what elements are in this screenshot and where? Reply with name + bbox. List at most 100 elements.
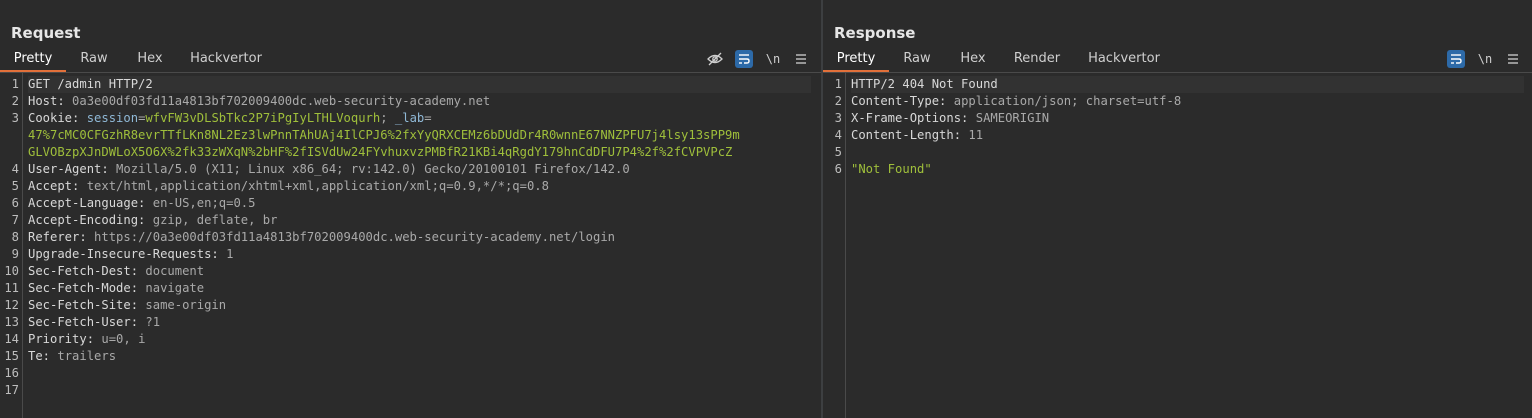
line-number: 3 [11,111,19,125]
request-line: Accept-Encoding: gzip, deflate, br [28,212,277,229]
header-value: 1 [218,247,234,261]
header-value: https://0a3e00df03fd11a4813bf702009400dc… [86,230,616,244]
header-key: Upgrade-Insecure-Requests: [28,247,219,261]
response-body: "Not Found" [851,161,932,178]
tab-hackvertor[interactable]: Hackvertor [1073,48,1175,70]
header-key: Accept: [28,179,80,193]
response-gutter: 1 2 3 4 5 6 [823,73,846,418]
header-key: Host: [28,94,65,108]
request-line: Host: 0a3e00df03fd11a4813bf702009400dc.w… [28,93,490,110]
tab-pretty[interactable]: Pretty [0,48,66,72]
line-number: 6 [834,162,842,176]
request-title: Request [11,24,81,42]
header-value: u=0, i [94,332,146,346]
request-line: Accept-Language: en-US,en;q=0.5 [28,195,255,212]
request-line: GET /admin HTTP/2 [28,76,811,93]
request-line: Priority: u=0, i [28,331,145,348]
request-line: Upgrade-Insecure-Requests: 1 [28,246,233,263]
header-value: application/json; charset=utf-8 [946,94,1182,108]
tab-hex[interactable]: Hex [945,48,1001,70]
line-number: 1 [11,77,19,91]
request-toolbar: \n [706,50,810,68]
request-line-text: GET /admin HTTP/2 [28,77,153,91]
line-number: 4 [834,128,842,142]
body-string: "Not Found" [851,162,932,176]
cookie-value: 47%7cMC0CFGzhR8evrTTfLKn8NL2Ez3lwPnnTAhU… [28,128,740,142]
tab-raw[interactable]: Raw [889,48,945,70]
newline-icon[interactable]: \n [1476,50,1494,68]
request-line: Te: trailers [28,348,116,365]
header-value: gzip, deflate, br [145,213,278,227]
line-number: 1 [834,77,842,91]
line-number: 2 [834,94,842,108]
header-value: ?1 [138,315,161,329]
cookie-name: _lab [394,111,425,125]
request-line: User-Agent: Mozilla/5.0 (X11; Linux x86_… [28,161,630,178]
request-line: Sec-Fetch-Dest: document [28,263,204,280]
wrap-icon[interactable] [1447,50,1465,68]
cookie-equals: = [424,111,432,125]
header-key: Accept-Language: [28,196,146,210]
line-number: 8 [11,230,19,244]
line-number: 12 [4,298,19,312]
cookie-value: wfvFW3vDLSbTkc2P7iPgIyLTHLVoqurh [145,111,381,125]
response-title: Response [834,24,916,42]
header-key: Referer: [28,230,87,244]
header-key: Accept-Encoding: [28,213,146,227]
header-key: Content-Type: [851,94,947,108]
cookie-name: session [79,111,139,125]
status-line-text: HTTP/2 404 Not Found [851,77,998,91]
response-toolbar: \n [1447,50,1523,68]
line-number: 4 [11,162,19,176]
line-number: 9 [11,247,19,261]
request-line: Sec-Fetch-Mode: navigate [28,280,204,297]
response-pane: Response Pretty Raw Hex Render Hackverto… [823,0,1532,418]
request-line: Sec-Fetch-User: ?1 [28,314,160,331]
response-editor[interactable]: 1 2 3 4 5 6 HTTP/2 404 Not Found Content… [823,73,1532,418]
menu-icon[interactable] [792,50,810,68]
request-line: Referer: https://0a3e00df03fd11a4813bf70… [28,229,615,246]
line-number: 2 [11,94,19,108]
line-number: 6 [11,196,19,210]
line-number: 5 [11,179,19,193]
request-editor[interactable]: 1 2 3 4 5 6 7 8 9 10 11 12 13 14 15 16 1… [0,73,821,418]
line-number: 10 [4,264,19,278]
menu-icon[interactable] [1504,50,1522,68]
cookie-value: GLVOBzpXJnDWLoX5O6X%2fk33zWXqN%2bHF%2fIS… [28,145,733,159]
tab-pretty[interactable]: Pretty [823,48,889,72]
request-line-wrap: GLVOBzpXJnDWLoX5O6X%2fk33zWXqN%2bHF%2fIS… [28,144,732,161]
header-key: Cookie: [28,111,80,125]
header-value: document [138,264,205,278]
response-tabs: Pretty Raw Hex Render Hackvertor [823,48,1532,73]
line-number: 3 [834,111,842,125]
newline-icon[interactable]: \n [764,50,782,68]
header-value: same-origin [138,298,227,312]
header-key: Sec-Fetch-Site: [28,298,139,312]
header-key: User-Agent: [28,162,109,176]
header-value: navigate [138,281,205,295]
line-number: 5 [834,145,842,159]
header-key: Content-Length: [851,128,962,142]
tab-render[interactable]: Render [1001,48,1073,70]
line-number: 15 [4,349,19,363]
line-number: 17 [4,383,19,397]
hide-icon[interactable] [706,50,724,68]
header-key: X-Frame-Options: [851,111,969,125]
tab-hackvertor[interactable]: Hackvertor [178,48,274,70]
line-number: 14 [4,332,19,346]
response-line: Content-Length: 11 [851,127,983,144]
wrap-icon[interactable] [735,50,753,68]
line-number: 13 [4,315,19,329]
request-line: Sec-Fetch-Site: same-origin [28,297,226,314]
request-gutter: 1 2 3 4 5 6 7 8 9 10 11 12 13 14 15 16 1… [0,73,23,418]
response-line: Content-Type: application/json; charset=… [851,93,1181,110]
header-value: Mozilla/5.0 (X11; Linux x86_64; rv:142.0… [108,162,630,176]
header-value: 0a3e00df03fd11a4813bf702009400dc.web-sec… [64,94,491,108]
tab-hex[interactable]: Hex [122,48,178,70]
header-key: Priority: [28,332,95,346]
tab-raw[interactable]: Raw [66,48,122,70]
header-key: Sec-Fetch-Dest: [28,264,139,278]
response-line: X-Frame-Options: SAMEORIGIN [851,110,1049,127]
request-pane: Request Pretty Raw Hex Hackvertor \n 1 2… [0,0,821,418]
line-number: 7 [11,213,19,227]
